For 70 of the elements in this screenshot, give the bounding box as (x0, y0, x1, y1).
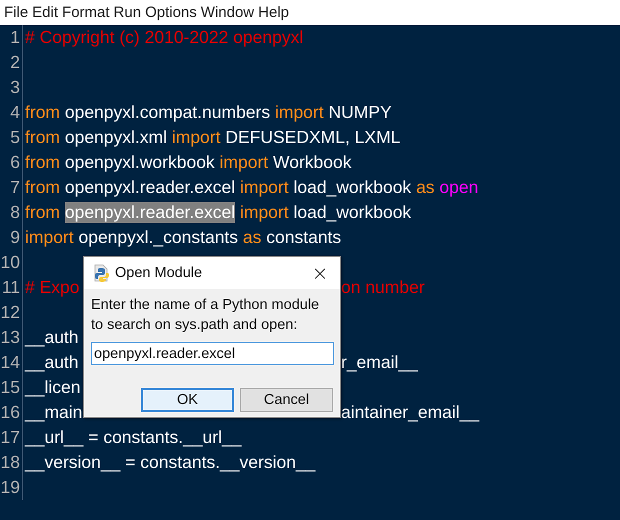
code-keyword: from (25, 177, 60, 198)
line-number: 11 (0, 275, 23, 300)
code-text: load_workbook (292, 202, 412, 223)
prompt-text: to search on sys.path and open: (91, 316, 298, 335)
code-keyword: import (220, 152, 268, 173)
line-number: 5 (0, 125, 23, 150)
line-number: 17 (0, 425, 23, 450)
code-text: constants (265, 227, 342, 248)
line-number: 4 (0, 100, 23, 125)
code-text: Workbook (272, 152, 352, 173)
code-text: openpyxl._constants (77, 227, 240, 248)
code-builtin: open (439, 177, 478, 198)
code-text: __main (25, 402, 82, 423)
code-comment: # Copyright (c) 2010-2022 openpyxl (25, 27, 304, 48)
menu-item[interactable]: File (4, 4, 32, 21)
line-number: 8 (0, 200, 23, 225)
selected-text: openpyxl.reader.excel (64, 202, 236, 223)
line-number: 18 (0, 450, 23, 475)
line-number: 15 (0, 375, 23, 400)
dialog-button[interactable]: Cancel (240, 388, 333, 412)
prompt-text: Enter the name of a Python module (91, 296, 320, 315)
code-text: __auth (25, 352, 79, 373)
code-text: openpyxl.compat.numbers (64, 102, 272, 123)
line-number: 19 (0, 475, 23, 500)
code-comment: on number (341, 277, 425, 298)
code-keyword: import (274, 102, 324, 123)
code-text: __url__ = constants.__url__ (25, 427, 242, 448)
line-number: 1 (0, 25, 23, 50)
code-text: r_email__ (341, 352, 418, 373)
line-number: 16 (0, 400, 23, 425)
line-number: 12 (0, 300, 23, 325)
menu-item[interactable]: Run (114, 4, 146, 21)
code-keyword: import (240, 177, 289, 198)
input-field[interactable]: openpyxl.reader.excel (91, 342, 334, 365)
app-icon (92, 264, 110, 282)
line-number: 10 (0, 250, 23, 275)
code-text: load_workbook (292, 177, 412, 198)
code-keyword: as (416, 177, 436, 198)
menu-item[interactable]: Edit (32, 4, 62, 21)
code-text: aintainer_email__ (341, 402, 480, 423)
code-keyword: from (25, 202, 61, 223)
line-number: 13 (0, 325, 23, 350)
line-number: 2 (0, 50, 23, 75)
code-keyword: import (25, 227, 74, 248)
code-keyword: from (25, 127, 60, 148)
dialog-title: Open Module (115, 265, 204, 281)
menu-item[interactable]: Format (62, 4, 114, 21)
menu-item[interactable]: Help (258, 4, 293, 21)
code-text: openpyxl.reader.excel (64, 177, 236, 198)
code-text: NUMPY (327, 102, 392, 123)
code-keyword: from (25, 152, 60, 173)
dialog-button[interactable]: OK (141, 388, 234, 412)
line-number: 6 (0, 150, 23, 175)
code-text: openpyxl.xml (64, 127, 168, 148)
code-keyword: as (242, 227, 262, 248)
code-text: __version__ = constants.__version__ (25, 452, 316, 473)
line-number: 7 (0, 175, 23, 200)
code-text: openpyxl.workbook (64, 152, 216, 173)
line-number: 14 (0, 350, 23, 375)
line-number: 9 (0, 225, 23, 250)
code-comment: # Expo (25, 277, 80, 298)
code-keyword: from (25, 102, 60, 123)
menu-item[interactable]: Options (145, 4, 201, 21)
menu-item[interactable]: Window (200, 4, 258, 21)
code-text: __licen (25, 377, 80, 398)
code-keyword: import (172, 127, 220, 148)
line-number: 3 (0, 75, 23, 100)
code-text: __auth (25, 327, 79, 348)
code-keyword: import (238, 202, 289, 223)
code-text: DEFUSEDXML, LXML (224, 127, 400, 148)
